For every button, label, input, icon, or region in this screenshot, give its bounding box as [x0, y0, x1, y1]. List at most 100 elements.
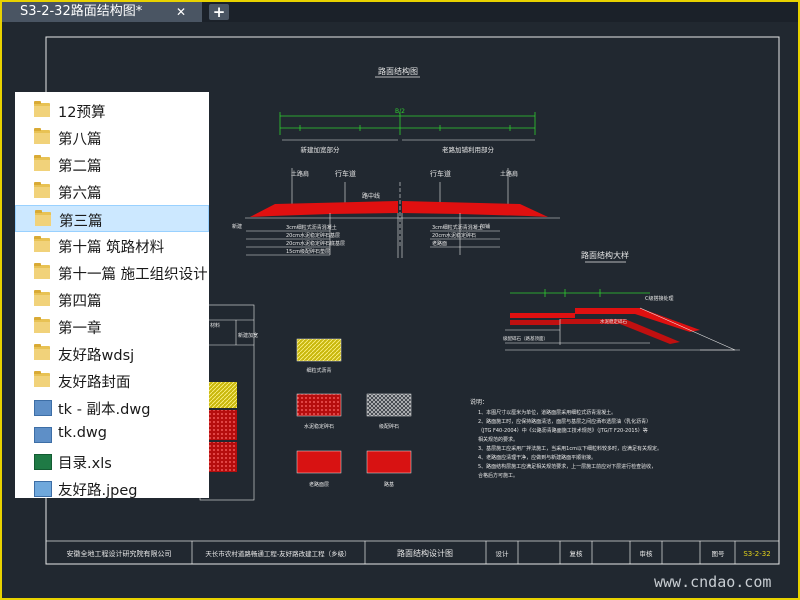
svg-text:15cm级配碎石垫层: 15cm级配碎石垫层 [286, 248, 330, 255]
svg-text:（JTG F40-2004）中《公路沥青路面施工技术规范》（: （JTG F40-2004）中《公路沥青路面施工技术规范》（JTG/T F20-… [478, 427, 648, 434]
folder-icon [34, 155, 50, 171]
tb-check: 复核 [570, 549, 584, 558]
svg-text:20cm水泥稳定碎石基层: 20cm水泥稳定碎石基层 [286, 232, 340, 239]
folder-icon [34, 128, 50, 144]
file-list-item-label: 第二篇 [58, 159, 102, 175]
svg-text:3cm细粒式沥青混凝土: 3cm细粒式沥青混凝土 [432, 224, 483, 231]
dwg-file-icon [34, 427, 52, 443]
center-label: 路中线 [362, 192, 380, 200]
folder-icon [34, 371, 50, 387]
file-list-item[interactable]: 第八篇 [15, 124, 209, 151]
dimension-lines [279, 112, 536, 135]
file-list-item[interactable]: 第十一篇 施工组织设计 [15, 259, 209, 286]
tb-company: 安徽全地工程设计研究院有限公司 [67, 549, 172, 558]
svg-text:新建: 新建 [232, 223, 242, 230]
folder-icon [34, 263, 50, 279]
detail-label-3: 级配碎石（路基顶面） [503, 335, 548, 342]
legend-swatch-red-2 [209, 442, 237, 472]
svg-text:路基: 路基 [384, 481, 394, 488]
left-lane-label: 行车道 [335, 169, 356, 178]
tb-drawing-no-label: 图号 [712, 550, 726, 558]
file-list-item[interactable]: 第一章 [15, 313, 209, 340]
detail-title: 路面结构大样 [581, 250, 629, 260]
legend-swatch-red [209, 410, 237, 440]
svg-text:相关规范的要求。: 相关规范的要求。 [478, 436, 518, 443]
file-list-item-label: tk.dwg [58, 425, 107, 441]
file-list-item-label: 目录.xls [58, 456, 112, 472]
file-list-item[interactable]: tk - 副本.dwg [15, 394, 209, 421]
file-list-item[interactable]: 友好路.jpeg [15, 475, 209, 498]
tb-review: 审核 [640, 549, 654, 558]
svg-text:细粒式沥青: 细粒式沥青 [306, 367, 331, 374]
file-list-item-label: 第十篇 筑路材料 [58, 240, 165, 256]
legend-header-material: 材料 [210, 322, 220, 329]
file-list-item[interactable]: 友好路wdsj [15, 340, 209, 367]
notes-block: 说明： 1、本图尺寸以厘米为单位，道路面层采用细粒式沥青混凝土。 2、路面施工时… [470, 398, 662, 479]
file-list-item[interactable]: 第六篇 [15, 178, 209, 205]
file-list-popup: 12预算第八篇第二篇第六篇第三篇第十篇 筑路材料第十一篇 施工组织设计 第四篇第一… [15, 92, 209, 498]
svg-text:水泥稳定碎石: 水泥稳定碎石 [304, 423, 334, 430]
dwg-file-icon [34, 400, 52, 416]
file-list-item-label: 友好路.jpeg [58, 483, 138, 498]
folder-icon [34, 101, 50, 117]
file-list-item-label: 12预算 [58, 105, 106, 121]
file-list-item-label: tk - 副本.dwg [58, 402, 151, 418]
svg-text:加铺: 加铺 [480, 223, 490, 230]
file-list-item[interactable]: 目录.xls [15, 448, 209, 475]
xls-file-icon [34, 454, 52, 470]
material-legend: 细粒式沥青 水泥稳定碎石 级配碎石 老路面层 路基 [296, 338, 412, 488]
file-list-item-label: 友好路封面 [58, 375, 131, 391]
file-list-item[interactable]: 第三篇 [15, 205, 209, 232]
svg-text:3、基层施工应采用厂拌法施工，当采用1cm以下细粒料较多时，: 3、基层施工应采用厂拌法施工，当采用1cm以下细粒料较多时，应满足有关规定。 [478, 445, 662, 452]
left-shoulder-label: 土路肩 [291, 170, 309, 178]
folder-icon [34, 182, 50, 198]
file-list-item-label: 第八篇 [58, 132, 102, 148]
svg-text:4、老路面应清理干净，应做到与新建路面平顺衔接。: 4、老路面应清理干净，应做到与新建路面平顺衔接。 [478, 454, 596, 461]
legend-header-new: 新建加宽 [238, 332, 258, 339]
main-title: 路面结构图 [378, 66, 418, 76]
svg-text:20cm水泥稳定碎石底基层: 20cm水泥稳定碎石底基层 [286, 240, 345, 247]
file-list-item[interactable]: tk.dwg [15, 421, 209, 448]
file-list-item-label: 第六篇 [58, 186, 102, 202]
svg-text:1、本图尺寸以厘米为单位，道路面层采用细粒式沥青混凝土。: 1、本图尺寸以厘米为单位，道路面层采用细粒式沥青混凝土。 [478, 409, 616, 416]
file-list-item[interactable]: 第二篇 [15, 151, 209, 178]
image-file-icon [34, 481, 52, 497]
file-list-item-label: 第十一篇 施工组织设计 [58, 267, 208, 283]
svg-text:5、路面结构层施工应满足相关规范要求，上一层施工前应对下层进: 5、路面结构层施工应满足相关规范要求，上一层施工前应对下层进行检查验收， [478, 463, 656, 470]
legend-swatch-yellow [209, 382, 237, 408]
tb-drawing-no: S3-2-32 [743, 550, 770, 558]
folder-icon [34, 317, 50, 333]
folder-icon [34, 344, 50, 360]
svg-text:2、路面施工时，应保持路面清洁，面层与基层之间应洒布透层油（: 2、路面施工时，应保持路面清洁，面层与基层之间应洒布透层油（乳化沥青） [478, 418, 651, 425]
folder-icon [34, 236, 50, 252]
file-list-item-label: 友好路wdsj [58, 348, 135, 364]
width-label: B/2 [395, 108, 405, 115]
detail-label-1: C级搭接处理 [645, 295, 674, 302]
file-list-item-label: 第三篇 [59, 214, 103, 230]
watermark: www.cndao.com [654, 573, 772, 591]
tb-project: 天长市农村道路畅通工程-友好路改建工程（乡级） [205, 549, 350, 558]
detail-section: C级搭接处理 水泥稳定碎石 级配碎石（路基顶面） [503, 289, 740, 351]
left-part-label: 新建加宽部分 [301, 145, 341, 154]
svg-text:级配碎石: 级配碎石 [379, 423, 399, 430]
svg-text:老路面: 老路面 [432, 240, 447, 247]
right-shoulder-label: 土路肩 [500, 170, 518, 178]
right-part-label: 老路加铺利用部分 [442, 145, 495, 154]
folder-icon [35, 210, 51, 226]
svg-text:说明：: 说明： [470, 398, 488, 406]
file-list-item-label: 第一章 [58, 321, 102, 337]
svg-text:合格后方可施工。: 合格后方可施工。 [478, 472, 518, 479]
file-list-item[interactable]: 第十篇 筑路材料 [15, 232, 209, 259]
file-list-item[interactable]: 友好路封面 [15, 367, 209, 394]
folder-icon [34, 290, 50, 306]
svg-text:3cm细粒式沥青混凝土: 3cm细粒式沥青混凝土 [286, 224, 337, 231]
file-list-item-label: 第四篇 [58, 294, 102, 310]
svg-text:20cm水泥稳定碎石: 20cm水泥稳定碎石 [432, 232, 476, 239]
file-list-item[interactable]: 12预算 [15, 97, 209, 124]
detail-label-2: 水泥稳定碎石 [600, 318, 627, 325]
svg-text:老路面层: 老路面层 [309, 481, 329, 488]
right-layer-list: 3cm细粒式沥青混凝土 20cm水泥稳定碎石 老路面 加铺 [432, 223, 490, 247]
file-list-item[interactable]: 第四篇 [15, 286, 209, 313]
tb-drawing-name: 路面结构设计图 [397, 548, 453, 558]
right-lane-label: 行车道 [430, 169, 451, 178]
